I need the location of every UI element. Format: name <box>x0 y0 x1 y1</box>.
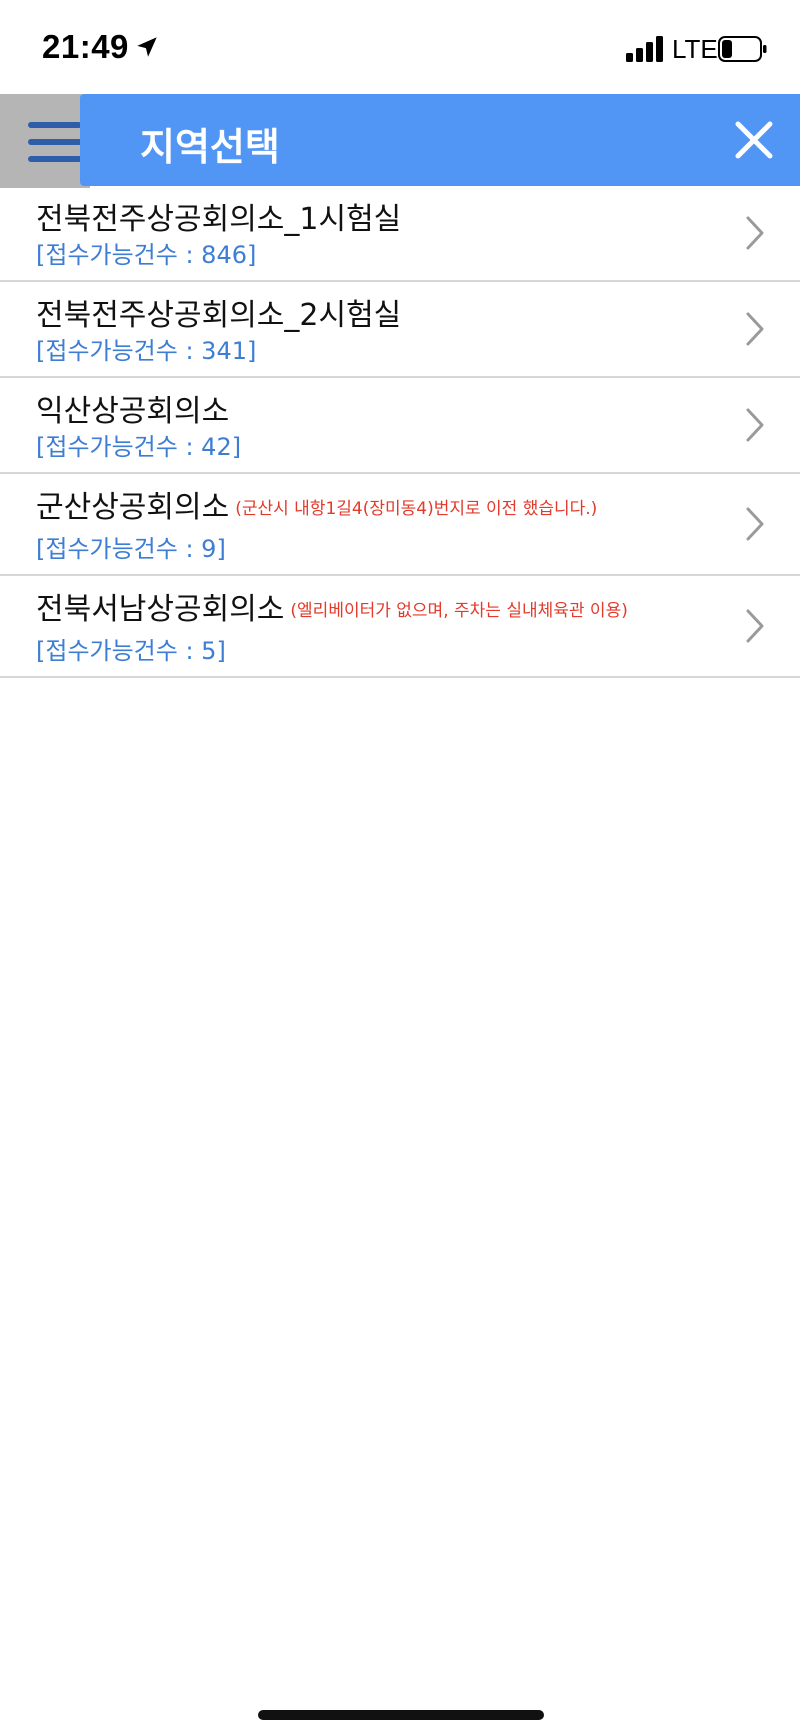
page-title: 지역선택 <box>140 125 280 169</box>
screen: 21:49 LTE 지역선택 전북전주상공회의소_1시험실 [접수가능건수: … <box>0 0 800 1733</box>
region-name: 전북서남상공회의소 (엘리베이터가 없으며, 주차는 실내체육관 이용) <box>36 584 628 628</box>
region-name: 전북전주상공회의소_1시험실 <box>36 194 401 238</box>
region-item-gunsan[interactable]: 군산상공회의소 (군산시 내항1길4(장미동4)번지로 이전 했습니다.) [접수… <box>0 474 800 576</box>
region-name-text: 전북서남상공회의소 <box>36 592 285 627</box>
region-item-jeonju-1[interactable]: 전북전주상공회의소_1시험실 [접수가능건수 : 846] <box>0 186 800 282</box>
region-count: [접수가능건수 : 9] <box>36 535 226 563</box>
region-count: [접수가능건수 : 341] <box>36 337 257 365</box>
status-bar: 21:49 LTE <box>0 0 800 94</box>
region-count: [접수가능건수 : 846] <box>36 241 257 269</box>
region-item-iksan[interactable]: 익산상공회의소 [접수가능건수 : 42] <box>0 378 800 474</box>
chevron-right-icon <box>746 408 764 442</box>
chevron-right-icon <box>746 507 764 541</box>
region-item-jeonju-2[interactable]: 전북전주상공회의소_2시험실 [접수가능건수 : 341] <box>0 282 800 378</box>
region-item-seonam[interactable]: 전북서남상공회의소 (엘리베이터가 없으며, 주차는 실내체육관 이용) [접수가… <box>0 576 800 678</box>
battery-icon <box>718 36 767 62</box>
chevron-right-icon <box>746 312 764 346</box>
region-name-text: 익산상공회의소 <box>36 394 230 429</box>
chevron-right-icon <box>746 216 764 250</box>
region-name-text: 전북전주상공회의소_2시험실 <box>36 298 402 333</box>
close-icon <box>735 121 773 159</box>
chevron-right-icon <box>746 609 764 643</box>
region-name-text: 군산상공회의소 <box>36 490 230 525</box>
home-indicator[interactable] <box>258 1710 544 1720</box>
close-button[interactable] <box>730 116 778 164</box>
region-note: (엘리베이터가 없으며, 주차는 실내체육관 이용) <box>290 601 628 621</box>
region-note: (군산시 내항1길4(장미동4)번지로 이전 했습니다.) <box>235 499 598 519</box>
drawer-header: 지역선택 <box>80 94 800 186</box>
region-name: 군산상공회의소 (군산시 내항1길4(장미동4)번지로 이전 했습니다.) <box>36 482 597 526</box>
hamburger-menu-icon[interactable] <box>28 120 82 164</box>
region-name: 익산상공회의소 <box>36 386 229 430</box>
region-list: 전북전주상공회의소_1시험실 [접수가능건수 : 846] 전북전주상공회의소_… <box>0 186 800 678</box>
location-arrow-icon <box>137 37 157 57</box>
region-name: 전북전주상공회의소_2시험실 <box>36 290 401 334</box>
region-count: [접수가능건수 : 42] <box>36 433 242 461</box>
network-type: LTE <box>672 34 718 64</box>
region-name-text: 전북전주상공회의소_1시험실 <box>36 202 402 237</box>
status-time: 21:49 <box>42 28 129 65</box>
cellular-signal-icon <box>626 36 663 62</box>
region-count: [접수가능건수 : 5] <box>36 637 226 665</box>
